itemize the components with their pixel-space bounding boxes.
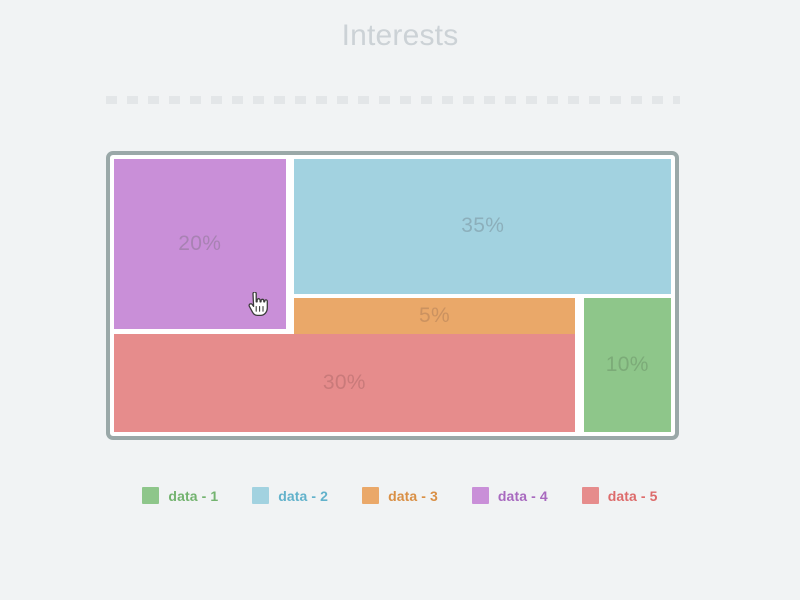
legend-color-swatch xyxy=(362,487,380,504)
legend-item-data-3[interactable]: data - 3 xyxy=(362,487,438,504)
legend-label: data - 5 xyxy=(607,487,658,504)
treemap-chart-frame: 20% 35% 5% 30% 10% xyxy=(106,151,679,440)
legend-item-data-5[interactable]: data - 5 xyxy=(581,487,658,504)
legend-color-swatch xyxy=(142,487,160,504)
legend-label: data - 4 xyxy=(497,487,548,504)
dashed-separator xyxy=(106,96,680,104)
legend-color-swatch xyxy=(471,487,489,504)
legend-label: data - 2 xyxy=(278,487,329,504)
chart-legend: data - 1 data - 2 data - 3 data - 4 data - 5 xyxy=(0,487,800,504)
legend-color-swatch xyxy=(581,487,599,504)
treemap-node-data-2[interactable]: 35% xyxy=(294,159,671,294)
treemap-node-data-4[interactable]: 20% xyxy=(114,159,286,329)
treemap-node-label: 35% xyxy=(461,214,505,238)
treemap-node-label: 10% xyxy=(605,353,649,377)
treemap-node-label: 20% xyxy=(178,231,222,255)
legend-color-swatch xyxy=(252,487,270,504)
treemap-node-label: 5% xyxy=(419,304,450,328)
legend-label: data - 1 xyxy=(168,487,219,504)
treemap-node-label: 30% xyxy=(322,370,366,394)
treemap-node-data-1[interactable]: 10% xyxy=(583,298,671,432)
legend-label: data - 3 xyxy=(388,487,438,504)
treemap-node-data-3[interactable]: 5% xyxy=(294,298,575,335)
legend-item-data-4[interactable]: data - 4 xyxy=(471,487,548,504)
treemap-node-data-5[interactable]: 30% xyxy=(114,333,575,432)
legend-item-data-1[interactable]: data - 1 xyxy=(142,487,218,504)
page-title: Interests xyxy=(341,19,459,52)
treemap-plot-area: 20% 35% 5% 30% 10% xyxy=(114,159,671,432)
legend-item-data-2[interactable]: data - 2 xyxy=(252,487,328,504)
